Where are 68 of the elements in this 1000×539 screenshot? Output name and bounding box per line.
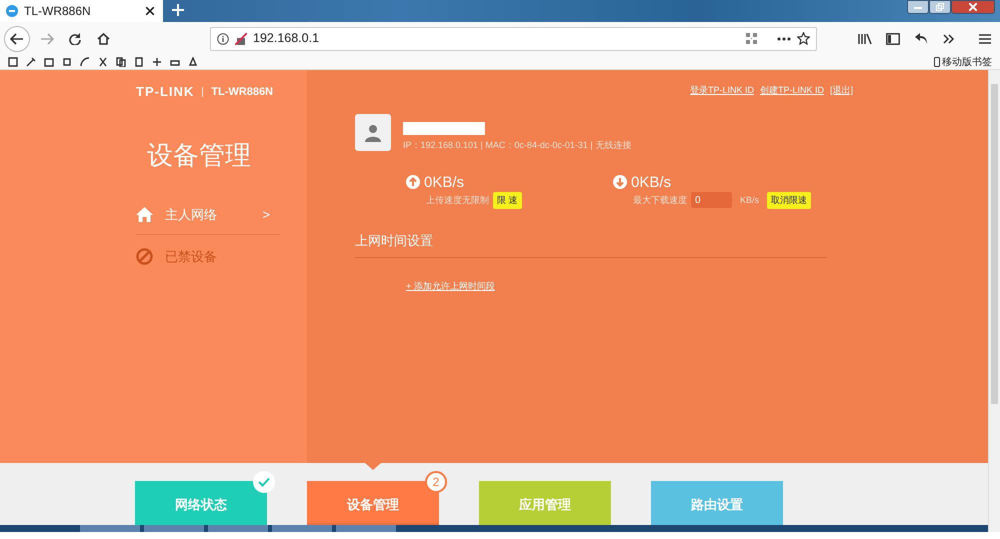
tab-title: TL-WR886N [24,3,92,20]
sidebar-icon [886,32,900,44]
speed-unit: KB/s [740,194,760,206]
back-icon [10,32,24,44]
back-button[interactable] [4,26,30,52]
upload-limit-note: 上传速度无限制 [426,194,489,206]
restore-button[interactable] [929,0,951,14]
device-info: IP：192.168.0.101 | MAC：0c-84-dc-0c-01-31 | 无线连接 [403,139,632,152]
reload-icon [69,32,81,44]
upload-icon [406,175,420,189]
count-badge: 2 [425,471,447,493]
header-link[interactable]: 登录TP-LINK ID [690,84,754,98]
bookmark-star-icon[interactable] [797,32,810,45]
browser-tab[interactable]: TL-WR886N [0,0,163,22]
bookmark-icon[interactable] [26,57,36,67]
url-text: 192.168.0.1 [253,30,320,48]
info-icon [217,32,229,44]
max-download-label: 最大下载速度 [633,194,687,206]
menu-icon [979,34,991,44]
bookmark-icon[interactable] [116,57,126,67]
model-name: TL-WR886N [211,84,274,100]
router-logo-icon [6,5,18,17]
page-title: 设备管理 [147,138,252,172]
insecure-lock-icon [235,32,247,44]
close-tab-button[interactable] [143,4,157,18]
header-link[interactable]: 创建TP-LINK ID [760,84,824,98]
bookmark-icon[interactable] [8,57,18,67]
bookmark-icon[interactable] [98,57,108,67]
bookmark-icon[interactable] [152,57,162,67]
download-speed: 0KB/s [631,174,672,190]
home-icon [96,32,110,44]
ban-icon [136,248,153,266]
nav-tile[interactable]: 路由设置 [651,481,783,525]
new-tab-button[interactable] [172,4,186,18]
close-window-button[interactable] [951,0,995,14]
minimize-button[interactable] [907,0,929,14]
sidebar-item[interactable]: 主人网络 > [136,192,280,235]
restore-icon [936,3,944,11]
forward-icon [40,32,54,44]
undo-icon [914,33,928,44]
bookmark-icon[interactable] [134,57,144,67]
avatar [355,114,391,151]
check-badge-icon [253,471,275,493]
mobile-bookmarks-link[interactable]: 移动版书签 [942,54,992,70]
cancel-limit-button[interactable]: 取消限速 [767,192,812,209]
minimize-icon [914,5,922,9]
close-window-icon [969,3,977,11]
library-icon [858,32,872,44]
qr-code-icon[interactable] [746,33,757,44]
phone-icon [934,57,940,67]
address-bar[interactable]: 192.168.0.1 [210,26,817,50]
more-icon[interactable] [777,36,791,40]
nav-tile[interactable]: 应用管理 [479,481,611,525]
close-tab-icon [146,7,154,15]
speed-input[interactable]: 0 [691,192,732,208]
download-icon [613,175,627,189]
sidebar-item[interactable]: 已禁设备 [136,235,280,276]
section-title: 上网时间设置 [355,231,827,258]
overflow-icon [943,34,955,44]
nav-tile[interactable]: 网络状态 [135,481,267,525]
limit-speed-button[interactable]: 限 速 [493,192,522,209]
scrollbar[interactable] [988,70,1000,532]
add-time-link[interactable]: + 添加允许上网时间段 [406,280,495,290]
home-icon [136,206,153,222]
header-link[interactable]: [退出] [830,84,853,98]
brand-logo: TP-LINK [136,83,194,101]
upload-speed: 0KB/s [424,174,464,190]
new-tab-icon [172,4,184,16]
